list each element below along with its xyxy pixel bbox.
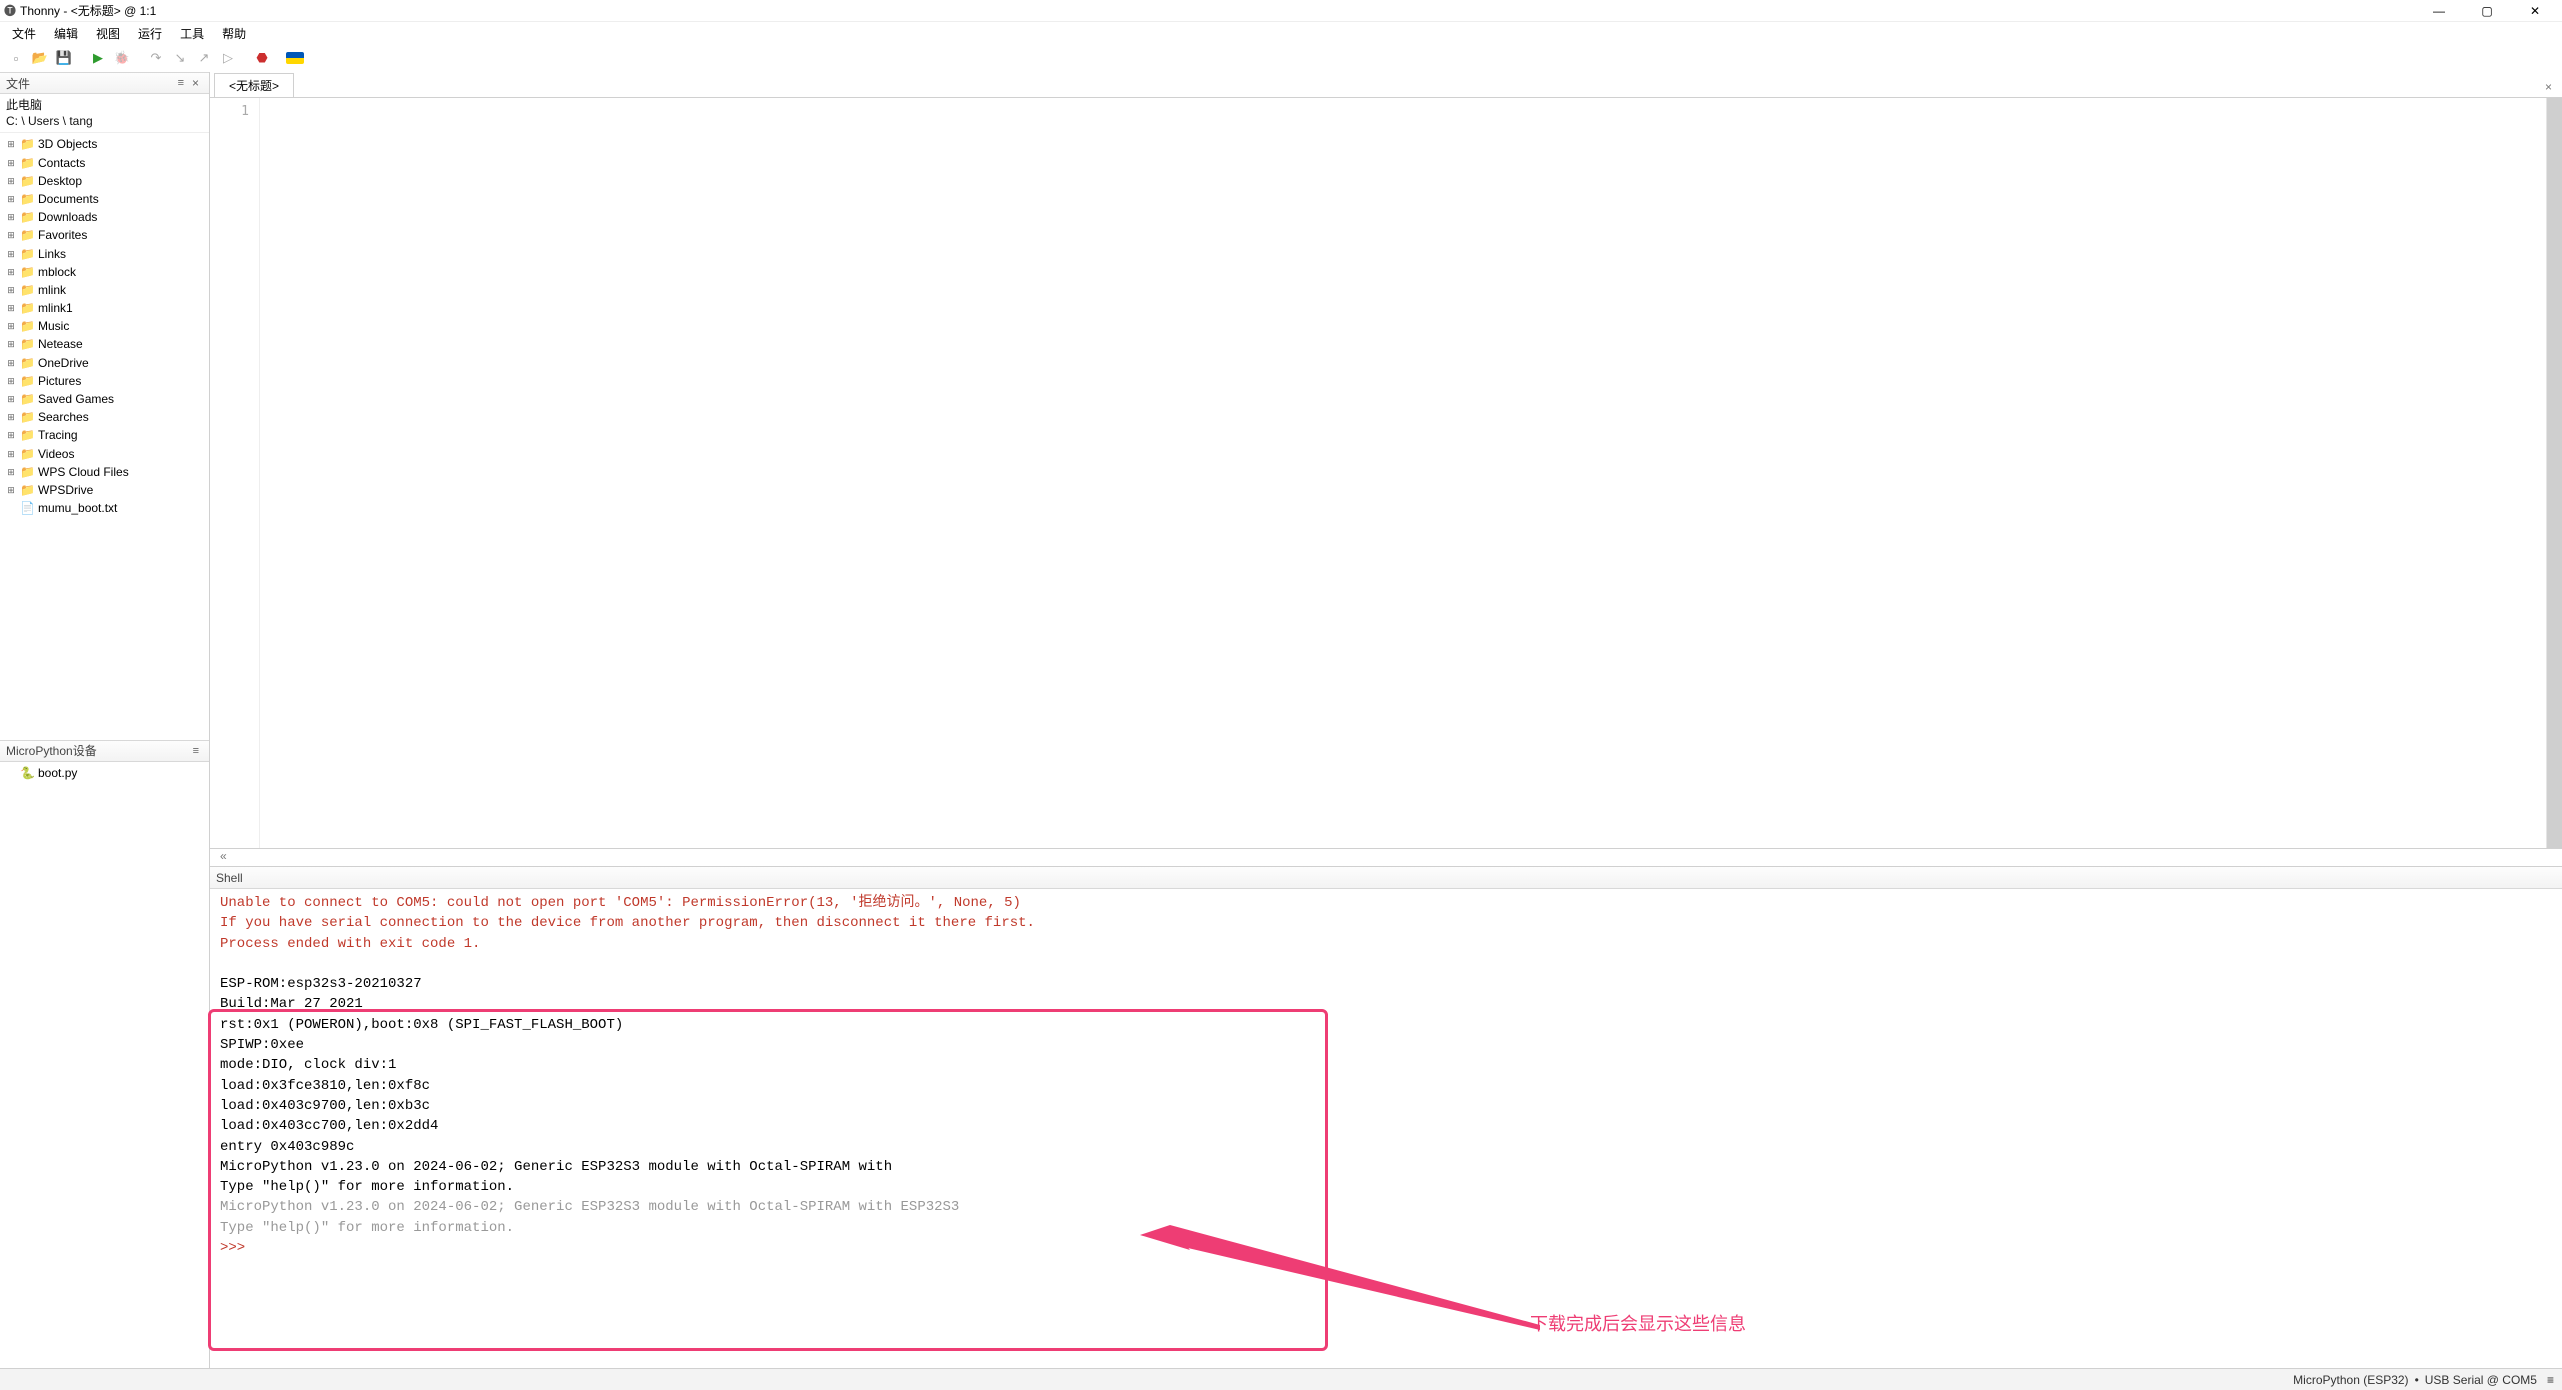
code-editor[interactable]: 1 [210, 98, 2562, 848]
close-button[interactable]: ✕ [2512, 1, 2558, 21]
files-panel-close-icon[interactable]: × [188, 76, 203, 90]
folder-icon: 📁 [20, 446, 34, 462]
tree-item[interactable]: ⊞📁mlink [4, 281, 205, 299]
tree-item[interactable]: ⊞📁Saved Games [4, 390, 205, 408]
tree-item[interactable]: ⊞📁OneDrive [4, 354, 205, 372]
folder-icon: 📁 [20, 409, 34, 425]
status-menu-icon[interactable]: ≡ [2543, 1373, 2554, 1387]
editor-tabs: <无标题> × [210, 74, 2562, 98]
resume-icon: ▷ [218, 48, 238, 68]
mp-panel-menu-icon[interactable]: ≡ [189, 745, 203, 757]
toolbar: ▫📂💾 ▶🐞 ↷↘↗▷ ⬣ [0, 44, 2562, 72]
files-path-value: C: \ Users \ tang [6, 113, 203, 129]
shell-panel: « Shell Unable to connect to COM5: could… [210, 848, 2562, 1368]
shell-title: Shell [216, 871, 243, 885]
debug-icon: 🐞 [112, 48, 132, 68]
tree-item[interactable]: ⊞📁3D Objects [4, 135, 205, 153]
folder-icon: 📁 [20, 227, 34, 243]
tree-item[interactable]: ⊞📁mblock [4, 263, 205, 281]
folder-icon: 📁 [20, 391, 34, 407]
folder-icon: 📁 [20, 246, 34, 262]
tree-item[interactable]: ⊞📁Contacts [4, 154, 205, 172]
file-icon: 📄 [20, 500, 34, 516]
folder-icon: 📁 [20, 264, 34, 280]
menu-帮助[interactable]: 帮助 [214, 23, 254, 44]
stop-icon[interactable]: ⬣ [252, 48, 272, 68]
files-panel-menu-icon[interactable]: ≡ [174, 77, 188, 89]
folder-icon: 📁 [20, 482, 34, 498]
tree-item[interactable]: ⊞📁WPSDrive [4, 481, 205, 499]
tree-item[interactable]: ⊞📁Links [4, 245, 205, 263]
tree-item[interactable]: ⊞📁WPS Cloud Files [4, 463, 205, 481]
folder-icon: 📁 [20, 427, 34, 443]
folder-icon: 📁 [20, 464, 34, 480]
folder-icon: 📁 [20, 336, 34, 352]
status-interpreter[interactable]: MicroPython (ESP32) [2293, 1373, 2408, 1387]
tree-item[interactable]: ⊞📁mlink1 [4, 299, 205, 317]
run-icon[interactable]: ▶ [88, 48, 108, 68]
support-flag-icon[interactable] [286, 52, 304, 64]
editor-tab-active[interactable]: <无标题> [214, 73, 294, 97]
editor-scrollbar[interactable] [2546, 98, 2562, 848]
editor-tab-close-icon[interactable]: × [2539, 77, 2558, 97]
files-path[interactable]: 此电脑 C: \ Users \ tang [0, 94, 209, 133]
status-port[interactable]: USB Serial @ COM5 [2425, 1373, 2537, 1387]
folder-icon: 📁 [20, 209, 34, 225]
step-over-icon: ↷ [146, 48, 166, 68]
tree-item[interactable]: ⊞📁Downloads [4, 208, 205, 226]
step-out-icon: ↗ [194, 48, 214, 68]
folder-icon: 📁 [20, 191, 34, 207]
tree-item[interactable]: ⊞📁Tracing [4, 426, 205, 444]
code-area[interactable] [260, 98, 2562, 848]
menu-视图[interactable]: 视图 [88, 23, 128, 44]
tree-item[interactable]: ⊞📁Desktop [4, 172, 205, 190]
folder-icon: 📁 [20, 300, 34, 316]
files-panel-header: 文件 ≡ × [0, 72, 209, 94]
folder-icon: 📁 [20, 173, 34, 189]
menu-编辑[interactable]: 编辑 [46, 23, 86, 44]
files-path-label: 此电脑 [6, 97, 203, 113]
folder-icon: 📁 [20, 136, 34, 152]
open-file-icon[interactable]: 📂 [30, 48, 50, 68]
mp-panel-header: MicroPython设备 ≡ [0, 740, 209, 762]
files-panel-title: 文件 [6, 75, 30, 92]
editor-gutter: 1 [210, 98, 260, 848]
menu-文件[interactable]: 文件 [4, 23, 44, 44]
folder-icon: 📁 [20, 155, 34, 171]
new-file-icon[interactable]: ▫ [6, 48, 26, 68]
python-file-icon: 🐍 [20, 765, 34, 781]
tree-item[interactable]: ⊞📁Pictures [4, 372, 205, 390]
window-title: Thonny - <无标题> @ 1:1 [20, 2, 156, 19]
mp-panel-title: MicroPython设备 [6, 742, 97, 759]
maximize-button[interactable]: ▢ [2464, 1, 2510, 21]
minimize-button[interactable]: — [2416, 1, 2462, 21]
titlebar: 🅣 Thonny - <无标题> @ 1:1 — ▢ ✕ [0, 0, 2562, 22]
tree-item[interactable]: 📄mumu_boot.txt [4, 499, 205, 517]
step-into-icon: ↘ [170, 48, 190, 68]
menu-工具[interactable]: 工具 [172, 23, 212, 44]
tree-item[interactable]: ⊞📁Documents [4, 190, 205, 208]
tree-item[interactable]: 🐍boot.py [4, 764, 205, 782]
menu-运行[interactable]: 运行 [130, 23, 170, 44]
tree-item[interactable]: ⊞📁Favorites [4, 226, 205, 244]
shell-tab-prev-icon[interactable]: « [214, 846, 233, 866]
folder-icon: 📁 [20, 355, 34, 371]
save-file-icon[interactable]: 💾 [54, 48, 74, 68]
shell-output[interactable]: Unable to connect to COM5: could not ope… [210, 889, 2562, 1368]
app-icon: 🅣 [4, 2, 16, 19]
tree-item[interactable]: ⊞📁Music [4, 317, 205, 335]
mp-file-tree[interactable]: 🐍boot.py [0, 762, 209, 1368]
menubar: 文件编辑视图运行工具帮助 [0, 22, 2562, 44]
folder-icon: 📁 [20, 282, 34, 298]
tree-item[interactable]: ⊞📁Videos [4, 445, 205, 463]
file-tree[interactable]: ⊞📁3D Objects⊞📁Contacts⊞📁Desktop⊞📁Documen… [0, 133, 209, 739]
folder-icon: 📁 [20, 373, 34, 389]
annotation-text: 下载完成后会显示这些信息 [1530, 1310, 1746, 1336]
tree-item[interactable]: ⊞📁Netease [4, 335, 205, 353]
folder-icon: 📁 [20, 318, 34, 334]
statusbar: MicroPython (ESP32) • USB Serial @ COM5 … [0, 1368, 2562, 1390]
tree-item[interactable]: ⊞📁Searches [4, 408, 205, 426]
